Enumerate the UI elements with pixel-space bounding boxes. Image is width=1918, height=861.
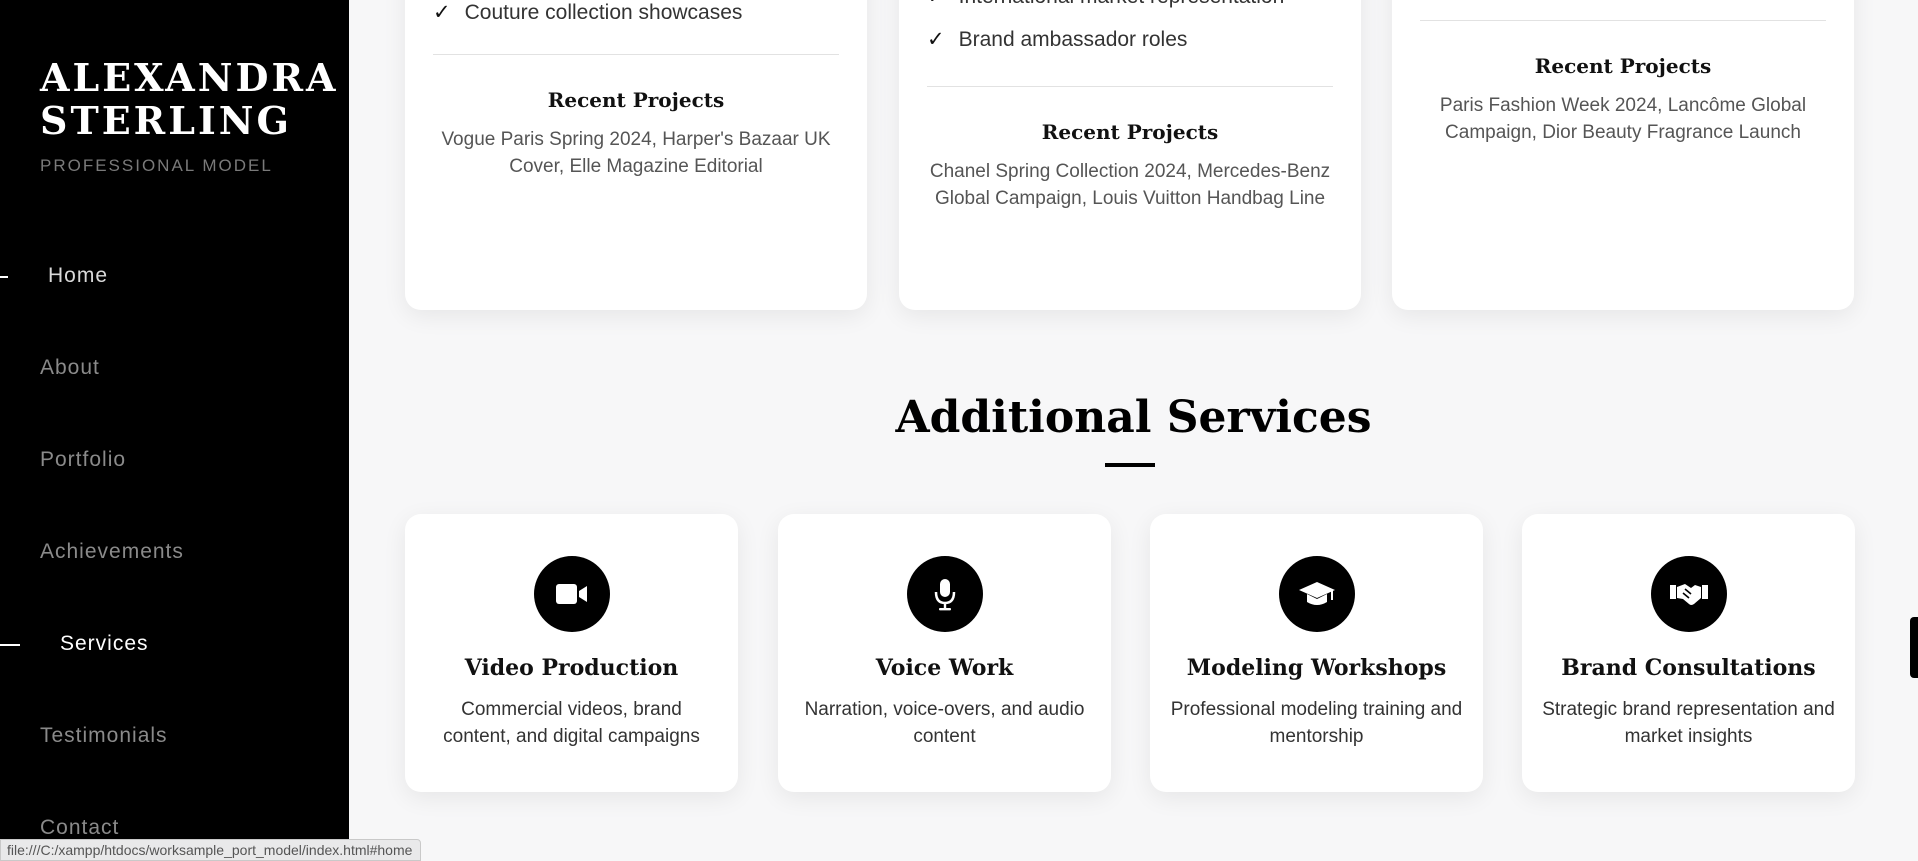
service-card: ✓ Couture collection showcases Recent Pro… xyxy=(405,0,867,310)
service-card: ✓ International market representation ✓ Br… xyxy=(899,0,1361,310)
service-title: Video Production xyxy=(464,655,679,681)
check-icon: ✓ xyxy=(927,28,945,51)
service-card-video-production[interactable]: Video Production Commercial videos, bran… xyxy=(405,514,738,792)
recent-projects-title: Recent Projects xyxy=(1041,120,1219,144)
recent-projects-text: Chanel Spring Collection 2024, Mercedes-… xyxy=(929,161,1331,209)
recent-projects-text: Paris Fashion Week 2024, Lancôme Global … xyxy=(1439,95,1807,143)
microphone-icon xyxy=(907,556,983,632)
service-card: Recent Projects Paris Fashion Week 2024,… xyxy=(1392,0,1854,310)
recent-projects-title: Recent Projects xyxy=(547,88,725,112)
check-icon: ✓ xyxy=(927,0,945,8)
service-description: Professional modeling training and mento… xyxy=(1170,699,1463,747)
status-bar-url: file:///C:/xampp/htdocs/worksample_port_… xyxy=(0,839,422,861)
feature-label: International market representation xyxy=(959,0,1285,8)
nav-home-indicator xyxy=(0,276,8,278)
service-title: Brand Consultations xyxy=(1561,655,1816,681)
feature-label: Brand ambassador roles xyxy=(958,28,1188,51)
divider xyxy=(433,54,839,55)
brand-subtitle: PROFESSIONAL MODEL xyxy=(40,156,273,175)
graduation-cap-icon xyxy=(1279,556,1355,632)
recent-projects-text: Vogue Paris Spring 2024, Harper's Bazaar… xyxy=(441,129,831,177)
handshake-icon xyxy=(1651,556,1727,632)
brand-name-line2: STERLING xyxy=(40,98,292,143)
check-icon: ✓ xyxy=(433,1,451,24)
service-description: Commercial videos, brand content, and di… xyxy=(443,699,700,747)
service-card-brand-consultations[interactable]: Brand Consultations Strategic brand repr… xyxy=(1522,514,1855,792)
brand-name-line1: ALEXANDRA xyxy=(40,55,339,100)
service-description: Strategic brand representation and marke… xyxy=(1542,699,1835,747)
divider xyxy=(1420,20,1826,21)
feature-item: ✓ Couture collection showcases xyxy=(433,0,742,25)
service-description: Narration, voice-overs, and audio conten… xyxy=(804,699,1085,747)
nav-item-home[interactable]: Home xyxy=(48,264,108,288)
divider xyxy=(927,86,1333,87)
feature-label: Couture collection showcases xyxy=(464,1,743,24)
nav-item-testimonials[interactable]: Testimonials xyxy=(40,724,168,748)
main-content: ✓ Couture collection showcases Recent Pro… xyxy=(349,0,1918,861)
nav-active-indicator xyxy=(0,644,20,646)
recent-projects-title: Recent Projects xyxy=(1534,54,1712,78)
nav-item-portfolio[interactable]: Portfolio xyxy=(40,448,126,472)
nav-item-about[interactable]: About xyxy=(40,356,100,380)
service-title: Modeling Workshops xyxy=(1186,655,1447,681)
video-camera-icon xyxy=(534,556,610,632)
nav-item-achievements[interactable]: Achievements xyxy=(40,540,184,564)
service-title: Voice Work xyxy=(875,655,1014,681)
feature-item: ✓ Brand ambassador roles xyxy=(927,27,1187,52)
section-underline xyxy=(1105,463,1155,467)
sidebar: ALEXANDRA STERLING PROFESSIONAL MODEL Ho… xyxy=(0,0,349,861)
service-card-modeling-workshops[interactable]: Modeling Workshops Professional modeling… xyxy=(1150,514,1483,792)
nav-item-services[interactable]: Services xyxy=(60,632,149,656)
service-card-voice-work[interactable]: Voice Work Narration, voice-overs, and a… xyxy=(778,514,1111,792)
section-title: Additional Services xyxy=(895,392,1372,443)
nav-item-contact[interactable]: Contact xyxy=(40,816,119,840)
feature-item: ✓ International market representation xyxy=(927,0,1284,9)
brand[interactable]: ALEXANDRA STERLING PROFESSIONAL MODEL xyxy=(40,56,340,176)
scroll-indicator[interactable] xyxy=(1910,617,1918,678)
